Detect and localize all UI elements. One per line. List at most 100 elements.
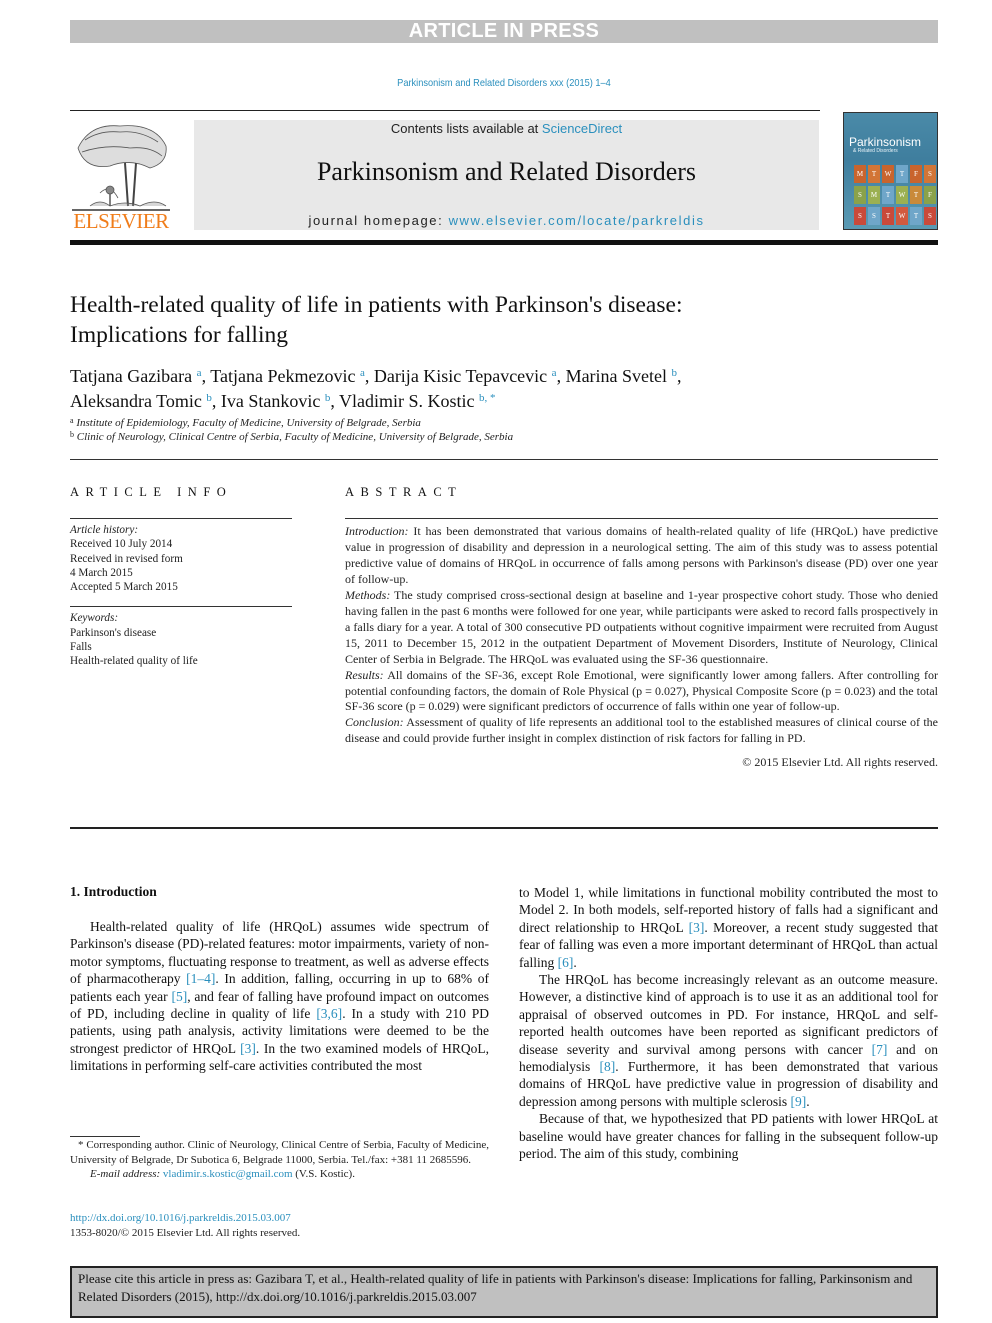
title-line-2: Implications for falling (70, 322, 288, 348)
citation-box: Please cite this article in press as: Ga… (70, 1266, 938, 1318)
abstract-label: Results: (345, 667, 384, 682)
citation-link[interactable]: [5] (171, 989, 187, 1004)
author-name[interactable]: Vladimir S. Kostic (339, 391, 475, 411)
pillbox-cell: S (854, 186, 866, 204)
contents-prefix: Contents lists available at (390, 121, 542, 136)
issn-line: 1353-8020/© 2015 Elsevier Ltd. All right… (70, 1227, 301, 1239)
email-line: E-mail address: vladimir.s.kostic@gmail.… (70, 1167, 489, 1182)
copyright-notice: © 2015 Elsevier Ltd. All rights reserved… (742, 755, 938, 770)
author-separator: , (330, 391, 340, 411)
masthead-divider (70, 240, 938, 245)
pillbox-cell: M (868, 186, 880, 204)
abstract-introduction: Introduction: It has been demonstrated t… (345, 524, 938, 588)
author-name[interactable]: Marina Svetel (566, 366, 667, 386)
section-heading-introduction: 1. Introduction (70, 884, 157, 899)
author[interactable]: Aleksandra Tomic b, (70, 391, 221, 411)
pillbox-cell: S (924, 165, 936, 183)
email-link[interactable]: vladimir.s.kostic@gmail.com (163, 1168, 293, 1180)
affiliation-key: b (70, 430, 74, 439)
author[interactable]: Iva Stankovic b, (221, 391, 339, 411)
author[interactable]: Tatjana Gazibara a, (70, 366, 210, 386)
article-info-heading: ARTICLE INFO (70, 485, 233, 499)
pillbox-cell: S (924, 207, 936, 225)
abstract-bottom-divider (70, 827, 938, 829)
journal-cover-image[interactable]: Parkinsonism & Related Disorders M T W T… (843, 112, 938, 230)
affiliation-text: Institute of Epidemiology, Faculty of Me… (76, 417, 421, 429)
history-item: 4 March 2015 (70, 566, 133, 579)
abstract-panel: ABSTRACT Introduction: It has been demon… (345, 485, 938, 771)
citation-link[interactable]: [3] (689, 920, 705, 935)
history-item: Received 10 July 2014 (70, 538, 173, 551)
paragraph: to Model 1, while limitations in functio… (519, 884, 938, 971)
keywords-label: Keywords: (70, 612, 119, 625)
article-history: Article history: Received 10 July 2014 R… (70, 519, 292, 606)
author[interactable]: Darija Kisic Tepavcevic a, (374, 366, 566, 386)
author-name[interactable]: Darija Kisic Tepavcevic (374, 366, 547, 386)
text-run: Because of that, we hypothesized that PD… (519, 1111, 938, 1162)
author[interactable]: Vladimir S. Kostic b, * (339, 391, 496, 411)
pillbox-cell: T (896, 165, 908, 183)
homepage-line: journal homepage: www.elsevier.com/locat… (194, 213, 819, 228)
elsevier-logo[interactable]: ELSEVIER (70, 118, 172, 234)
keyword: Falls (70, 641, 92, 654)
paragraph: The HRQoL has become increasingly releva… (519, 971, 938, 1110)
journal-title: Parkinsonism and Related Disorders (316, 157, 697, 186)
text-run: . (806, 1093, 810, 1109)
header-divider (70, 110, 820, 111)
author-name[interactable]: Iva Stankovic (221, 391, 320, 411)
author[interactable]: Tatjana Pekmezovic a, (210, 366, 374, 386)
citation-link[interactable]: [9] (790, 1094, 806, 1109)
corresponding-author-text: * Corresponding author. Clinic of Neurol… (70, 1139, 489, 1166)
pillbox-cell: W (896, 186, 908, 204)
affiliation-text: Clinic of Neurology, Clinical Centre of … (76, 431, 514, 443)
citation-link[interactable]: [8] (600, 1059, 616, 1074)
abstract-text: It has been demonstrated that various do… (345, 524, 938, 586)
keyword: Parkinson's disease (70, 626, 157, 639)
author-name[interactable]: Aleksandra Tomic (70, 391, 202, 411)
citation-link[interactable]: [3] (240, 1041, 256, 1056)
author-name[interactable]: Tatjana Pekmezovic (210, 366, 355, 386)
corresponding-author-footnote: * Corresponding author. Clinic of Neurol… (70, 1138, 489, 1182)
elsevier-tree-icon (72, 125, 170, 211)
abstract-text: All domains of the SF-36, except Role Em… (345, 667, 938, 714)
doi-link[interactable]: http://dx.doi.org/10.1016/j.parkreldis.2… (70, 1211, 489, 1226)
email-label: E-mail address: (90, 1168, 161, 1180)
abstract-text: The study comprised cross-sectional desi… (345, 587, 938, 666)
abstract-heading: ABSTRACT (345, 485, 463, 499)
paragraph: Health-related quality of life (HRQoL) a… (70, 918, 489, 1075)
pillbox-cell: F (924, 186, 936, 204)
homepage-link[interactable]: www.elsevier.com/locate/parkreldis (449, 213, 705, 228)
history-label: Article history: (70, 524, 139, 536)
author[interactable]: Marina Svetel b, (566, 366, 682, 386)
citation-link[interactable]: [3,6] (316, 1006, 342, 1021)
citation-link[interactable]: [7] (872, 1042, 888, 1057)
author-list: Tatjana Gazibara a, Tatjana Pekmezovic a… (70, 362, 830, 412)
abstract-body: Introduction: It has been demonstrated t… (345, 519, 938, 771)
email-suffix: (V.S. Kostic). (292, 1168, 355, 1180)
body-text: to Model 1, while limitations in functio… (519, 884, 938, 1163)
pillbox-cell: M (854, 165, 866, 183)
citation-link[interactable]: [1–4] (186, 971, 215, 986)
article-in-press-banner: ARTICLE IN PRESS (70, 20, 938, 43)
affiliation-b: b Clinic of Neurology, Clinical Centre o… (70, 430, 513, 443)
journal-masthead: Contents lists available at ScienceDirec… (194, 120, 819, 230)
cover-title: Parkinsonism (849, 135, 922, 149)
author-separator: , (556, 366, 566, 386)
keyword: Health-related quality of life (70, 655, 198, 668)
sciencedirect-link[interactable]: ScienceDirect (542, 121, 622, 136)
pillbox-cell: T (910, 207, 922, 225)
affiliation-key: a (70, 416, 74, 425)
title-line-1: Health-related quality of life in patien… (70, 292, 683, 318)
footnote-divider (70, 1136, 140, 1137)
pillbox-cell: T (882, 207, 894, 225)
pillbox-row: S M T W T F (854, 186, 936, 204)
article-title: Health-related quality of life in patien… (70, 290, 810, 350)
author-name[interactable]: Tatjana Gazibara (70, 366, 192, 386)
journal-reference-link[interactable]: Parkinsonism and Related Disorders xxx (… (60, 77, 947, 89)
citation-link[interactable]: [6] (558, 955, 574, 970)
abstract-label: Introduction: (345, 524, 409, 538)
affiliation-marker[interactable]: b, * (479, 392, 496, 404)
pillbox-cell: W (882, 165, 894, 183)
doi-block: http://dx.doi.org/10.1016/j.parkreldis.2… (70, 1211, 489, 1241)
elsevier-wordmark: ELSEVIER (73, 209, 169, 233)
